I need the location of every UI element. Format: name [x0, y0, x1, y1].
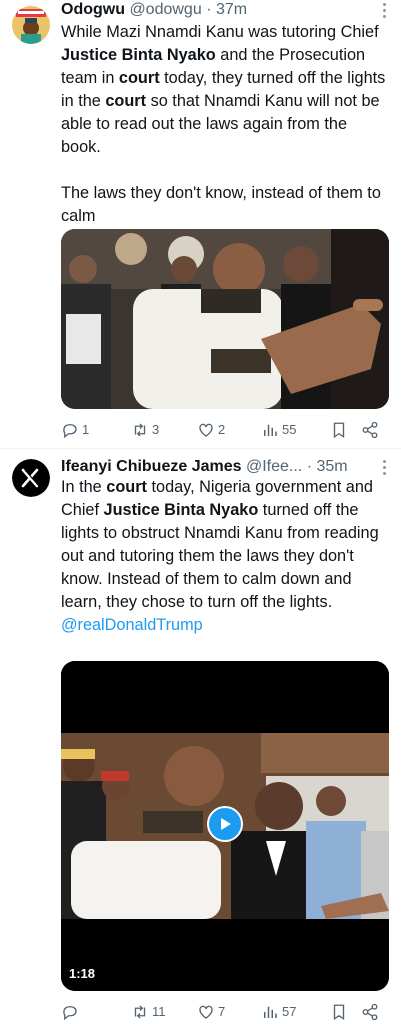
mention-link[interactable]: @realDonaldTrump — [61, 616, 203, 634]
views-count: 57 — [282, 1004, 297, 1019]
views-icon — [264, 1006, 277, 1018]
author-handle[interactable]: @odowgu — [129, 1, 201, 18]
author-handle[interactable]: @Ifee... — [246, 458, 302, 475]
share-icon — [362, 421, 378, 439]
tweet-video[interactable]: 1:18 — [61, 661, 389, 991]
like-icon — [199, 423, 213, 437]
repost-icon — [134, 423, 146, 437]
bookmark-icon — [333, 422, 345, 439]
video-duration: 1:18 — [69, 966, 96, 981]
bookmark-button[interactable] — [330, 419, 348, 441]
like-icon — [199, 1005, 213, 1019]
more-icon[interactable] — [381, 3, 387, 21]
views-button[interactable]: 55 — [261, 419, 296, 441]
reply-count: 1 — [82, 422, 90, 437]
views-count: 55 — [282, 422, 297, 437]
avatar-odogwu[interactable] — [12, 6, 50, 44]
like-button[interactable]: 2 — [197, 419, 225, 441]
tweet-actions: 1 3 2 55 — [61, 419, 391, 441]
author-name[interactable]: Odogwu — [61, 1, 125, 18]
repost-count: 11 — [152, 1004, 166, 1019]
highlighted-term: court — [105, 92, 147, 110]
tweet-1[interactable]: Odogwu @odowgu · 37m While Mazi Nnamdi K… — [0, 0, 401, 448]
share-button[interactable] — [361, 419, 379, 441]
tweet-header: Odogwu @odowgu · 37m — [61, 0, 375, 20]
tweet-time[interactable]: · 37m — [206, 1, 247, 18]
tweet-text-segment: In the — [61, 478, 107, 496]
reply-button[interactable] — [61, 1001, 82, 1023]
share-button[interactable] — [361, 1001, 379, 1023]
views-icon — [264, 424, 277, 436]
play-icon — [221, 818, 231, 830]
tweet-paragraph: @realDonaldTrump — [61, 614, 391, 637]
tweet-paragraph: While Mazi Nnamdi Kanu was tutoring Chie… — [61, 21, 391, 159]
highlighted-term: Justice Binta Nyako — [103, 501, 259, 519]
tweet-text: While Mazi Nnamdi Kanu was tutoring Chie… — [61, 21, 391, 228]
tweet-header: Ifeanyi Chibueze James @Ifee... · 35m — [61, 457, 375, 477]
like-count: 7 — [218, 1004, 226, 1019]
tweet-text-segment: While Mazi Nnamdi Kanu was tutoring Chie… — [61, 23, 379, 41]
tweet-time[interactable]: · 35m — [307, 458, 348, 475]
reply-button[interactable]: 1 — [61, 419, 89, 441]
play-button[interactable] — [207, 806, 243, 842]
author-name[interactable]: Ifeanyi Chibueze James — [61, 458, 242, 475]
highlighted-term: court — [118, 69, 160, 87]
like-button[interactable]: 7 — [197, 1001, 225, 1023]
tweet-image[interactable] — [61, 229, 389, 409]
bookmark-icon — [333, 1004, 345, 1021]
bookmark-button[interactable] — [330, 1001, 348, 1023]
reply-icon — [63, 1006, 77, 1021]
repost-button[interactable]: 3 — [131, 419, 159, 441]
highlighted-term: Justice Binta Nyako — [61, 46, 216, 64]
tweet-actions: 11 7 57 — [61, 1001, 391, 1023]
like-count: 2 — [218, 422, 226, 437]
avatar-x-logo[interactable] — [12, 459, 50, 497]
tweet-paragraph: In the court today, Nigeria government a… — [61, 476, 391, 614]
tweet-paragraph: The laws they don't know, instead of the… — [61, 182, 391, 228]
repost-icon — [134, 1005, 146, 1019]
tweet-text: In the court today, Nigeria government a… — [61, 476, 391, 637]
repost-button[interactable]: 11 — [131, 1001, 166, 1023]
highlighted-term: court — [106, 478, 147, 496]
reply-icon — [63, 424, 77, 439]
share-icon — [362, 1003, 378, 1021]
repost-count: 3 — [152, 422, 160, 437]
tweet-2[interactable]: Ifeanyi Chibueze James @Ifee... · 35m In… — [0, 449, 401, 1024]
tweet-text-segment: The laws they don't know, instead of the… — [61, 184, 381, 225]
views-button[interactable]: 57 — [261, 1001, 296, 1023]
